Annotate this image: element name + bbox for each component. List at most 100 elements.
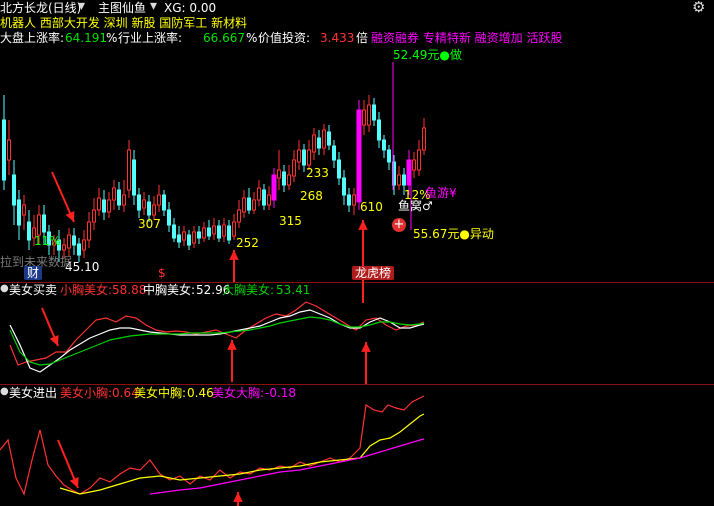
candle-body [122, 194, 126, 206]
candle-body [262, 189, 266, 206]
candle-body [92, 209, 96, 223]
candle-body [102, 199, 106, 213]
candle-body [7, 139, 11, 161]
panel1-big-value: 53.41 [276, 283, 311, 297]
candle-body [332, 145, 336, 161]
candle-body [247, 197, 251, 211]
count-252: 252 [236, 236, 259, 250]
panel2-big-value: -0.18 [265, 386, 297, 400]
candle-body [42, 214, 46, 233]
arrow-head [361, 342, 371, 352]
arrow-head [229, 250, 239, 260]
candle-body [342, 177, 346, 196]
candle-body [367, 104, 371, 126]
candle-body [412, 159, 416, 171]
beauty-small-line [0, 395, 425, 496]
dragon-tiger-marker[interactable]: 龙虎榜 [352, 266, 395, 280]
candle-body [322, 129, 326, 149]
candle-body [112, 187, 116, 201]
panel2-name[interactable]: 美女进出 [9, 386, 57, 400]
candle-body [97, 197, 101, 211]
candle-body [352, 194, 356, 206]
candle-body [157, 194, 161, 206]
candle-body [237, 209, 241, 223]
beauty-big-line [149, 438, 425, 495]
panel2-collapse-icon[interactable]: ● [0, 385, 9, 399]
candle-body [317, 137, 321, 149]
panel2-small-label: 美女小胸: [60, 386, 113, 400]
candle-body [22, 204, 26, 216]
candle-body [37, 214, 41, 236]
candlestick-chart[interactable] [0, 0, 714, 506]
candle-body [62, 244, 66, 251]
fish-swim-label: 鱼游¥ [425, 186, 457, 200]
plus-circle-icon[interactable]: + [392, 218, 406, 232]
arrow-head [358, 220, 368, 230]
candle-body [107, 199, 111, 213]
candle-body [356, 109, 362, 203]
candle-body [387, 149, 391, 163]
candle-body [267, 194, 271, 206]
panel1-name[interactable]: 美女买卖 [9, 283, 57, 297]
candle-body [137, 194, 141, 211]
panel2-mid-label: 美女中胸: [134, 386, 187, 400]
candle-body [212, 225, 216, 235]
candle-body [207, 227, 211, 237]
arrow-head [233, 492, 243, 502]
candle-body [302, 149, 306, 166]
finance-marker[interactable]: 财 [24, 266, 43, 280]
panel1-mid-label: 中胸美女: [143, 283, 196, 297]
candle-body [337, 159, 341, 179]
count-315: 315 [279, 214, 302, 228]
panel1-big-label: 大胸美女: [222, 283, 275, 297]
candle-body [292, 159, 296, 177]
panel1-collapse-icon[interactable]: ● [0, 282, 9, 296]
panel1-small-label: 小胸美女: [60, 283, 113, 297]
candle-body [277, 169, 281, 179]
dollar-marker[interactable]: $ [158, 266, 166, 280]
candle-body [271, 174, 277, 201]
candle-body [72, 235, 76, 246]
candle-body [142, 199, 146, 209]
candle-body [177, 234, 181, 243]
fish-nest-label: 鱼窝♂ [398, 199, 433, 213]
candle-body [347, 194, 351, 206]
price-move-label: 55.67元●异动 [413, 227, 494, 241]
candle-body [287, 174, 291, 186]
count-268: 268 [300, 189, 323, 203]
count-307: 307 [138, 217, 161, 231]
count-233: 233 [306, 166, 329, 180]
candle-body [422, 127, 426, 151]
panel2-big-label: 美女大胸: [212, 386, 265, 400]
candle-body [252, 199, 256, 211]
candle-body [127, 149, 131, 191]
candle-body [87, 221, 91, 241]
count-610: 610 [360, 200, 383, 214]
candle-body [257, 187, 261, 201]
candle-body [327, 131, 331, 146]
candle-body [282, 171, 286, 186]
candle-body [197, 231, 201, 239]
candle-body [417, 149, 421, 171]
candle-body [406, 159, 412, 186]
pct11-label: 11% [34, 234, 61, 248]
candle-body [67, 234, 71, 249]
candle-body [182, 231, 186, 241]
candle-body [202, 227, 206, 239]
panel2-mid-value: 0.46 [187, 386, 214, 400]
price-top-label: 52.49元●做 [393, 48, 462, 62]
candle-body [242, 197, 246, 213]
candle-body [222, 224, 226, 237]
candle-body [82, 239, 86, 251]
candle-body [77, 243, 81, 256]
candle-body [217, 225, 221, 239]
candle-body [187, 234, 191, 246]
candle-body [2, 119, 6, 181]
stock-chart-screen: 北方长龙(日线) ▾ 主图仙鱼 ▾ XG: 0.00 ⚙ 机器人 西部大开发 深… [0, 0, 714, 506]
candle-body [307, 149, 311, 166]
candle-body [167, 209, 171, 226]
candle-body [152, 204, 156, 216]
candle-body [162, 194, 166, 211]
candle-body [132, 159, 136, 196]
candle-body [17, 199, 21, 226]
